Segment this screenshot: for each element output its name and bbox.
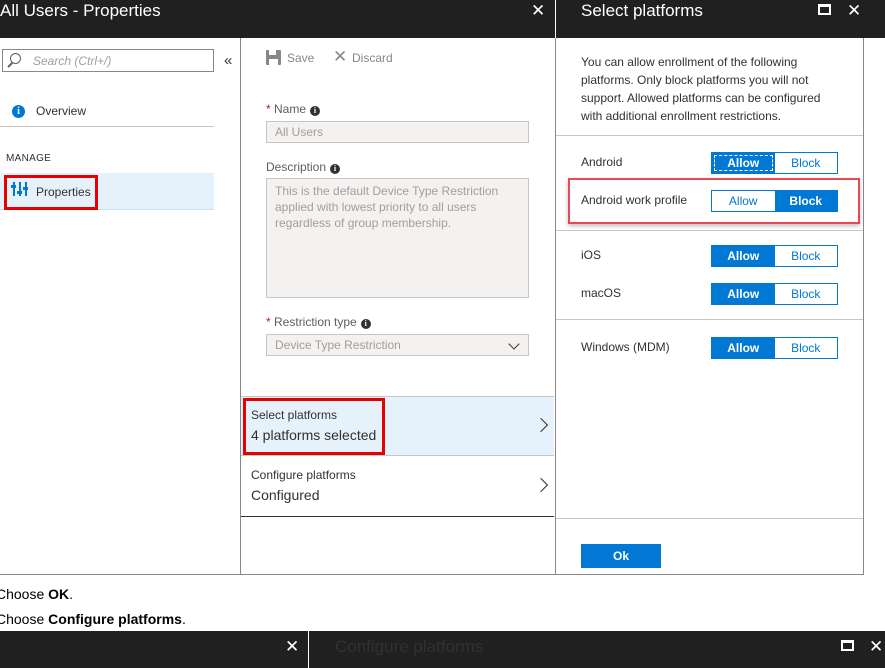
restriction-type-label: * Restriction type i	[266, 315, 371, 329]
name-field: All Users	[266, 121, 529, 143]
properties-window-title: All Users - Properties	[0, 1, 161, 20]
search-icon	[10, 53, 21, 64]
windows-mdm-allow-block-toggle[interactable]: Allow Block	[711, 337, 838, 359]
close-icon[interactable]: ✕	[531, 1, 545, 21]
close-icon[interactable]: ✕	[847, 1, 861, 21]
restriction-type-select: Device Type Restriction	[266, 334, 529, 356]
save-button[interactable]: Save	[287, 51, 314, 65]
configure-platforms-window-title: Configure platforms	[335, 637, 484, 656]
platform-label-android: Android	[581, 155, 623, 169]
select-platforms-title-bar: Select platforms ✕	[556, 0, 885, 38]
allow-option[interactable]: Allow	[712, 338, 775, 358]
instruction-step-configure: Choose Configure platforms.	[0, 611, 186, 627]
platform-label-macos: macOS	[581, 286, 622, 300]
divider	[556, 230, 863, 231]
macos-allow-block-toggle[interactable]: Allow Block	[711, 283, 838, 305]
name-field-label: * Name i	[266, 102, 321, 116]
highlight-box-select-platforms	[243, 398, 385, 455]
search-input[interactable]: Search (Ctrl+/)	[2, 49, 214, 72]
description-field-label: Description i	[266, 160, 341, 174]
divider	[556, 319, 863, 320]
collapse-menu-button[interactable]: «	[224, 52, 232, 69]
configure-platforms-nav-item[interactable]: Configure platforms Configured	[241, 457, 554, 517]
allow-option[interactable]: Allow	[712, 246, 775, 266]
blade-bottom-border	[0, 574, 864, 575]
info-icon: i	[330, 164, 341, 174]
chevron-right-icon	[533, 477, 549, 493]
android-allow-block-toggle[interactable]: Allow Block	[711, 152, 838, 174]
highlight-box-properties	[4, 175, 98, 210]
block-option[interactable]: Block	[774, 284, 837, 304]
allow-option[interactable]: Allow	[712, 153, 775, 173]
properties-title-bar: All Users - Properties ✕	[0, 0, 555, 38]
bottom-left-title-bar: ✕	[0, 631, 308, 668]
info-icon: i	[12, 105, 25, 118]
block-option[interactable]: Block	[774, 246, 837, 266]
info-icon: i	[310, 106, 321, 116]
platforms-description: You can allow enrollment of the followin…	[581, 55, 821, 123]
save-icon	[266, 50, 281, 65]
divider	[556, 135, 863, 136]
maximize-icon[interactable]	[841, 640, 854, 651]
configure-platforms-title: Configure platforms	[251, 468, 356, 482]
blade-divider	[555, 38, 556, 574]
platform-label-ios: iOS	[581, 248, 602, 262]
instruction-step-ok: Choose OK.	[0, 586, 74, 602]
description-field: This is the default Device Type Restrict…	[266, 178, 529, 298]
ok-button[interactable]: Ok	[581, 544, 661, 568]
discard-icon: ✕	[333, 47, 348, 66]
discard-button[interactable]: Discard	[352, 51, 393, 65]
close-icon[interactable]: ✕	[869, 637, 883, 657]
allow-option[interactable]: Allow	[712, 284, 775, 304]
search-placeholder: Search (Ctrl+/)	[33, 54, 112, 68]
chevron-down-icon	[508, 338, 520, 350]
close-icon[interactable]: ✕	[285, 637, 299, 657]
configure-platforms-value: Configured	[251, 487, 320, 503]
manage-section-header: MANAGE	[6, 153, 52, 164]
sidebar-item-overview[interactable]: i Overview	[0, 97, 214, 127]
block-option[interactable]: Block	[774, 153, 837, 173]
configure-platforms-title-bar: Configure platforms ✕	[309, 631, 885, 668]
divider	[556, 518, 863, 519]
maximize-icon[interactable]	[818, 4, 831, 15]
sidebar-item-label: Overview	[36, 104, 87, 118]
info-icon: i	[360, 319, 371, 329]
ios-allow-block-toggle[interactable]: Allow Block	[711, 245, 838, 267]
highlight-box-android-work-profile	[568, 178, 860, 224]
chevron-right-icon	[533, 417, 549, 433]
platform-label-windows-mdm: Windows (MDM)	[581, 340, 670, 354]
select-platforms-window-title: Select platforms	[581, 1, 703, 20]
block-option[interactable]: Block	[774, 338, 837, 358]
blade-divider	[863, 38, 864, 574]
